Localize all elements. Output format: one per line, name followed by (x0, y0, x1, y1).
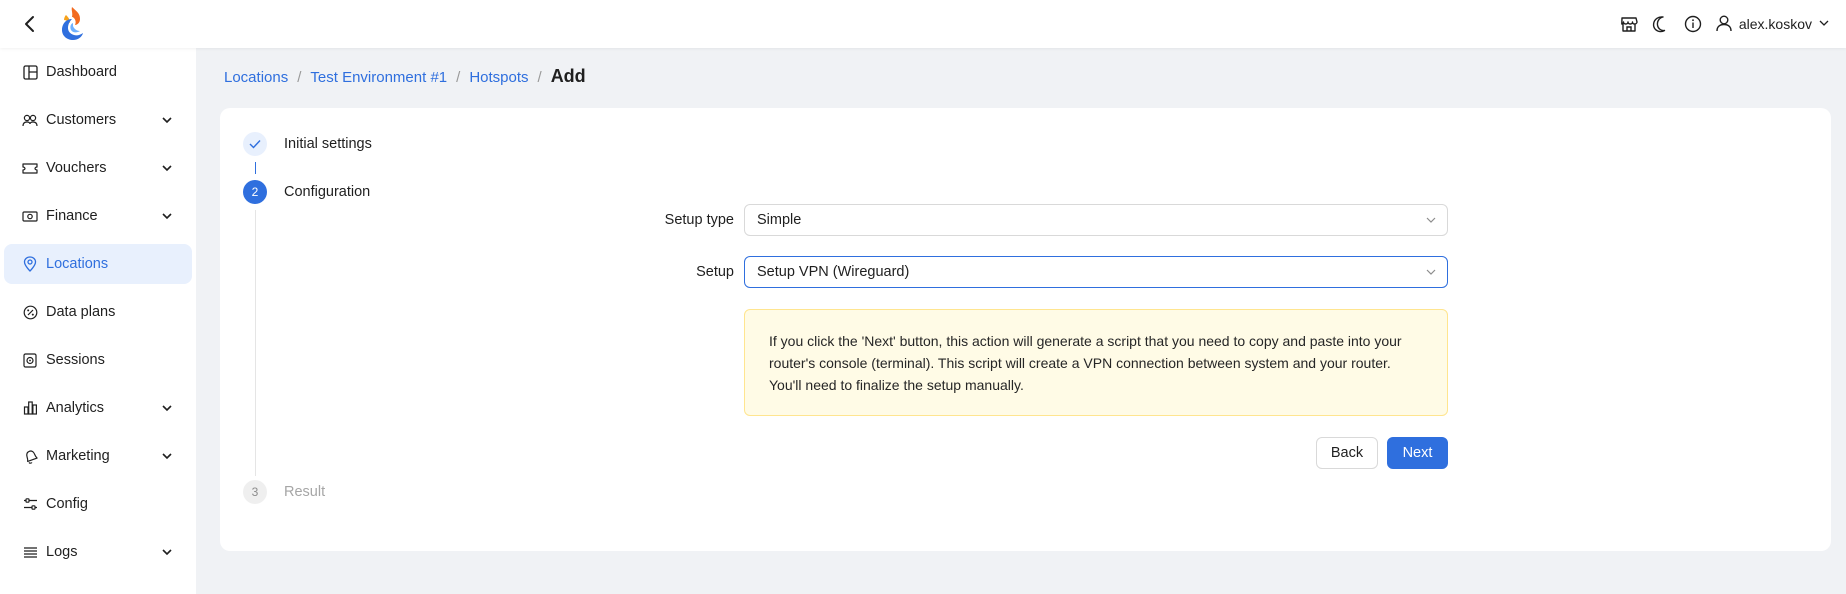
sidebar-item-label: Marketing (46, 448, 110, 464)
breadcrumb-link-hotspots[interactable]: Hotspots (469, 69, 528, 86)
chevron-down-icon (162, 549, 172, 556)
breadcrumb-separator: / (297, 69, 302, 86)
sidebar-item-customers[interactable]: Customers (4, 100, 192, 140)
sidebar-item-finance[interactable]: Finance (4, 196, 192, 236)
info-icon[interactable] (1683, 14, 1703, 34)
sidebar-item-label: Locations (46, 256, 109, 272)
chevron-down-icon (162, 213, 172, 220)
sidebar-item-sessions[interactable]: Sessions (4, 340, 192, 380)
info-alert: If you click the 'Next' button, this act… (744, 309, 1448, 416)
setup-type-value: Simple (757, 212, 802, 228)
sessions-icon (22, 352, 38, 368)
sidebar-item-label: Customers (46, 112, 117, 128)
step-1-label: Initial settings (284, 136, 372, 152)
setup-type-select[interactable]: Simple (744, 204, 1448, 236)
sidebar-item-label: Data plans (46, 304, 116, 320)
sidebar-item-label: Finance (46, 208, 98, 224)
next-button[interactable]: Next (1387, 437, 1448, 469)
sidebar-item-label: Analytics (46, 400, 105, 416)
sliders-icon (22, 496, 38, 512)
voucher-icon (22, 160, 38, 176)
customers-icon (22, 112, 38, 128)
setup-value: Setup VPN (Wireguard) (757, 264, 910, 280)
chevron-down-icon (162, 405, 172, 412)
breadcrumb-link-locations[interactable]: Locations (224, 69, 288, 86)
top-bar: alex.koskov (0, 0, 1846, 48)
sidebar-item-marketing[interactable]: Marketing (4, 436, 192, 476)
location-pin-icon (22, 256, 38, 272)
alert-line: If you click the 'Next' button, this act… (769, 333, 1402, 349)
breadcrumb: Locations / Test Environment #1 / Hotspo… (224, 66, 586, 87)
storefront-icon[interactable] (1619, 14, 1639, 34)
setup-label: Setup (696, 264, 734, 280)
chevron-down-icon (162, 453, 172, 460)
sidebar-item-analytics[interactable]: Analytics (4, 388, 192, 428)
app-logo[interactable] (58, 5, 86, 41)
step-2-indicator: 2 (243, 180, 267, 204)
sidebar-item-logs[interactable]: Logs (4, 532, 192, 572)
list-icon (22, 544, 38, 560)
sidebar-item-config[interactable]: Config (4, 484, 192, 524)
sidebar: Dashboard Customers Vouchers Finance Loc… (0, 48, 196, 594)
header-actions: alex.koskov (1619, 0, 1830, 48)
breadcrumb-separator: / (537, 69, 542, 86)
sidebar-item-data-plans[interactable]: Data plans (4, 292, 192, 332)
chevron-down-icon (1818, 16, 1830, 32)
sidebar-item-vouchers[interactable]: Vouchers (4, 148, 192, 188)
sidebar-item-label: Dashboard (46, 64, 117, 80)
sidebar-item-locations[interactable]: Locations (4, 244, 192, 284)
step-1-done-icon (243, 132, 267, 156)
bell-icon (22, 448, 38, 464)
user-icon (1715, 14, 1733, 35)
step-3-label: Result (284, 484, 326, 500)
dashboard-icon (22, 64, 38, 80)
bar-chart-icon (22, 400, 38, 416)
sidebar-item-label: Config (46, 496, 88, 512)
sidebar-item-label: Logs (46, 544, 78, 560)
alert-line: router's console (terminal). This script… (769, 355, 1391, 371)
chevron-down-icon (162, 165, 172, 172)
data-plan-icon (22, 304, 38, 320)
money-icon (22, 208, 38, 224)
user-name: alex.koskov (1738, 16, 1812, 32)
chevron-down-icon (1426, 269, 1436, 275)
page-title: Add (550, 66, 586, 86)
back-button[interactable]: Back (1316, 437, 1378, 469)
breadcrumb-link-environment[interactable]: Test Environment #1 (310, 69, 447, 86)
chevron-down-icon (162, 117, 172, 124)
alert-line: You'll need to finalize the setup manual… (769, 377, 1024, 393)
step-2-label: Configuration (284, 184, 371, 200)
back-arrow-icon[interactable] (18, 12, 42, 36)
step-connector (255, 162, 256, 174)
moon-icon[interactable] (1651, 14, 1671, 34)
step-connector (255, 210, 256, 476)
sidebar-item-dashboard[interactable]: Dashboard (4, 52, 192, 92)
setup-select[interactable]: Setup VPN (Wireguard) (744, 256, 1448, 288)
step-3-indicator: 3 (243, 480, 267, 504)
sidebar-item-label: Sessions (46, 352, 105, 368)
setup-type-label: Setup type (664, 212, 734, 228)
sidebar-item-label: Vouchers (46, 160, 107, 176)
breadcrumb-separator: / (456, 69, 461, 86)
user-menu[interactable]: alex.koskov (1715, 14, 1830, 35)
chevron-down-icon (1426, 217, 1436, 223)
